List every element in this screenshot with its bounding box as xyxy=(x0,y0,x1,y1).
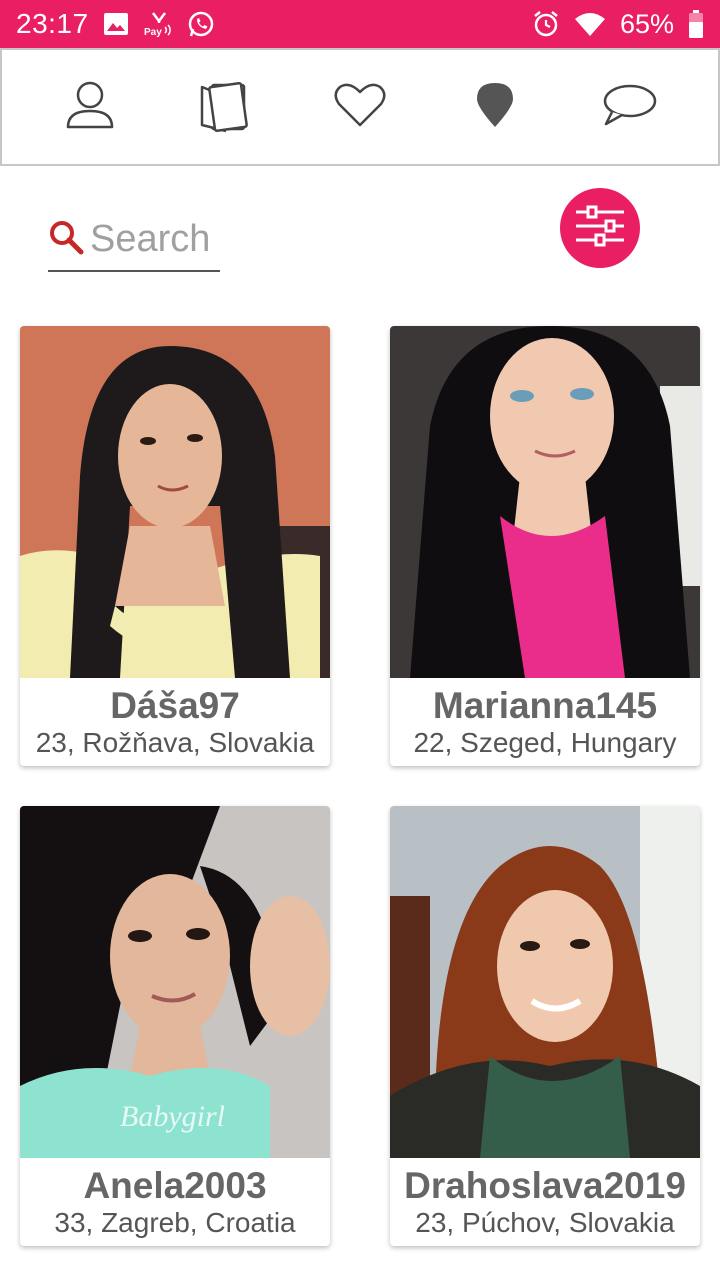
filter-button[interactable] xyxy=(560,188,640,268)
search-input[interactable] xyxy=(90,217,220,261)
tab-profile[interactable] xyxy=(50,67,130,147)
search-bar xyxy=(48,208,220,272)
profile-icon xyxy=(64,79,116,136)
status-right: 65% xyxy=(532,9,704,40)
battery-icon xyxy=(688,10,704,38)
image-icon xyxy=(103,12,129,36)
profile-name: Marianna145 xyxy=(432,685,658,726)
battery-percent: 65% xyxy=(619,8,674,39)
whatsapp-icon xyxy=(187,10,215,38)
status-time: 23:17 xyxy=(16,8,89,39)
status-left: 23:17 Pay xyxy=(16,8,215,40)
profile-card[interactable]: Babygirl Anela2003 33, Zagreb, Croatia xyxy=(20,806,330,1246)
svg-text:Pay: Pay xyxy=(144,27,162,37)
profile-name: Drahoslava2019 xyxy=(404,1165,686,1206)
wifi-icon xyxy=(574,11,606,37)
sliders-icon xyxy=(574,204,626,253)
tab-cards[interactable] xyxy=(185,67,265,147)
cards-icon xyxy=(198,77,252,138)
profile-info: 23, Rožňava, Slovakia xyxy=(35,727,315,758)
pay-icon: Pay xyxy=(143,11,173,37)
tab-favorites[interactable] xyxy=(320,67,400,147)
profile-name: Dáša97 xyxy=(110,685,240,726)
profile-photo: Babygirl xyxy=(20,806,330,1158)
svg-text:Babygirl: Babygirl xyxy=(120,1100,225,1133)
tab-messages[interactable] xyxy=(590,67,670,147)
alarm-icon xyxy=(532,10,560,38)
profile-card[interactable]: Marianna145 22, Szeged, Hungary xyxy=(390,326,700,766)
profile-card[interactable]: Dáša97 23, Rožňava, Slovakia xyxy=(20,326,330,766)
profile-photo xyxy=(390,806,700,1158)
location-pin-icon xyxy=(475,81,515,134)
profile-card[interactable]: Drahoslava2019 23, Púchov, Slovakia xyxy=(390,806,700,1246)
top-tab-bar xyxy=(0,48,720,166)
profile-photo xyxy=(20,326,330,678)
profile-info: 23, Púchov, Slovakia xyxy=(415,1207,675,1238)
tab-nearby[interactable] xyxy=(455,67,535,147)
profile-info: 33, Zagreb, Croatia xyxy=(54,1207,296,1238)
heart-icon xyxy=(334,82,386,133)
profile-photo xyxy=(390,326,700,678)
chat-icon xyxy=(602,82,658,133)
profile-info: 22, Szeged, Hungary xyxy=(413,727,677,758)
profile-name: Anela2003 xyxy=(83,1165,267,1206)
status-bar: 23:17 Pay 65% xyxy=(0,0,720,48)
search-icon xyxy=(48,219,84,260)
